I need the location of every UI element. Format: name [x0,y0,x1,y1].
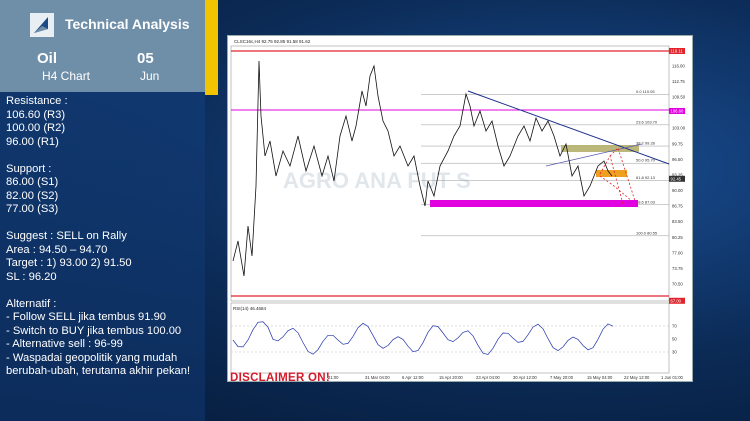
logo-icon [30,13,54,37]
rsi-tick: 70 [672,324,677,329]
date-month: Jun [140,69,160,83]
fib-label: 78.6 87.03 [636,199,656,204]
price-badge: 67.00 [671,298,682,303]
timeframe-label: H4 Chart [42,69,91,83]
fib-label: 23.6 103.70 [636,119,658,124]
price-tick: 99.75 [672,141,683,146]
price-badge: 119.11 [671,49,684,54]
rsi-tick: 30 [672,350,677,355]
price-chart: CLSC16c,H4 92.75 92.85 91.58 91.62 AGRO … [227,35,693,382]
fib-label: 100.0 80.55 [636,230,658,235]
price-tick: 73.75 [672,266,683,271]
rsi-axis: 70 50 30 [672,324,677,355]
price-axis: 119.11116.00112.75109.50106.25103.0099.7… [672,49,686,287]
price-tick: 103.00 [672,126,686,131]
support-s2: 82.00 (S2) [6,189,59,202]
time-tick: 22 May 12:00 [624,375,650,380]
alternatif-heading: Alternatif : [6,297,57,310]
alternatif-item: - Waspadai geopolitik yang mudah berubah… [6,351,191,378]
resistance-r3: 106.60 (R3) [6,108,66,121]
time-tick: 30 Apr 12:00 [513,375,537,380]
price-tick: 77.00 [672,250,683,255]
time-tick: 31 Mar 04:00 [365,375,390,380]
alternatif-item: - Switch to BUY jika tembus 100.00 [6,324,182,337]
accent-bar [205,0,218,95]
price-tick: 83.50 [672,219,683,224]
fib-label: 61.8 92.13 [636,175,656,180]
price-tick: 109.50 [672,95,686,100]
time-axis: 21:00 31 Mar 04:00 6 Apr 12:00 15 Apr 20:00… [328,375,684,380]
suggest-text: Suggest : SELL on Rally [6,230,127,242]
support-s1: 86.00 (S1) [6,176,59,188]
price-badge: 106.60 [671,108,684,113]
rsi-label: RSI(14) 46.4684 [233,306,267,311]
support-heading: Support : [6,162,52,175]
time-tick: 6 Apr 12:00 [402,375,424,380]
time-tick: 1 Jun 01:00 [661,375,684,380]
price-badge: 92.45 [671,176,682,181]
chart-canvas: CLSC16c,H4 92.75 92.85 91.58 91.62 AGRO … [230,39,686,380]
support-zone [430,200,638,207]
rsi-tick: 50 [672,337,677,342]
time-tick: 15 Apr 20:00 [439,375,463,380]
area-text: Area : 94.50 – 94.70 [6,243,108,256]
price-tick: 70.50 [672,282,683,287]
brand-title: Technical Analysis [65,16,190,32]
time-tick: 7 May 20:00 [550,375,574,380]
symbol-name: Oil [37,50,58,67]
alternatif-item: - Alternative sell : 96-99 [6,338,123,350]
analysis-text: Resistance : 106.60 (R3) 100.00 (R2) 96.… [6,95,216,379]
resistance-r2: 100.00 (R2) [6,122,66,134]
rsi-plot-frame [230,302,670,374]
symbol-info: CLSC16c,H4 92.75 92.85 91.58 91.62 [234,39,311,44]
resistance-r1: 96.00 (R1) [6,135,59,148]
alternatif-item: - Follow SELL jika tembus 91.90 [6,311,167,323]
stoploss-text: SL : 96.20 [6,270,57,283]
support-s3: 77.00 (S3) [6,203,59,215]
time-tick: 23 Apr 04:00 [476,375,500,380]
price-tick: 116.00 [672,63,685,68]
resistance-heading: Resistance : [6,95,68,107]
disclaimer: DISCLAIMER ON! [230,372,331,384]
price-tick: 96.50 [672,157,683,162]
fib-label: 0.0 110.05 [636,89,655,94]
price-tick: 80.25 [672,235,683,240]
time-tick: 15 May 04:00 [587,375,613,380]
price-tick: 90.00 [672,188,683,193]
date-day: 05 [137,50,154,67]
target-text: Target : 1) 93.00 2) 91.50 [6,257,132,269]
price-tick: 112.75 [672,79,685,84]
price-tick: 86.75 [672,204,683,209]
